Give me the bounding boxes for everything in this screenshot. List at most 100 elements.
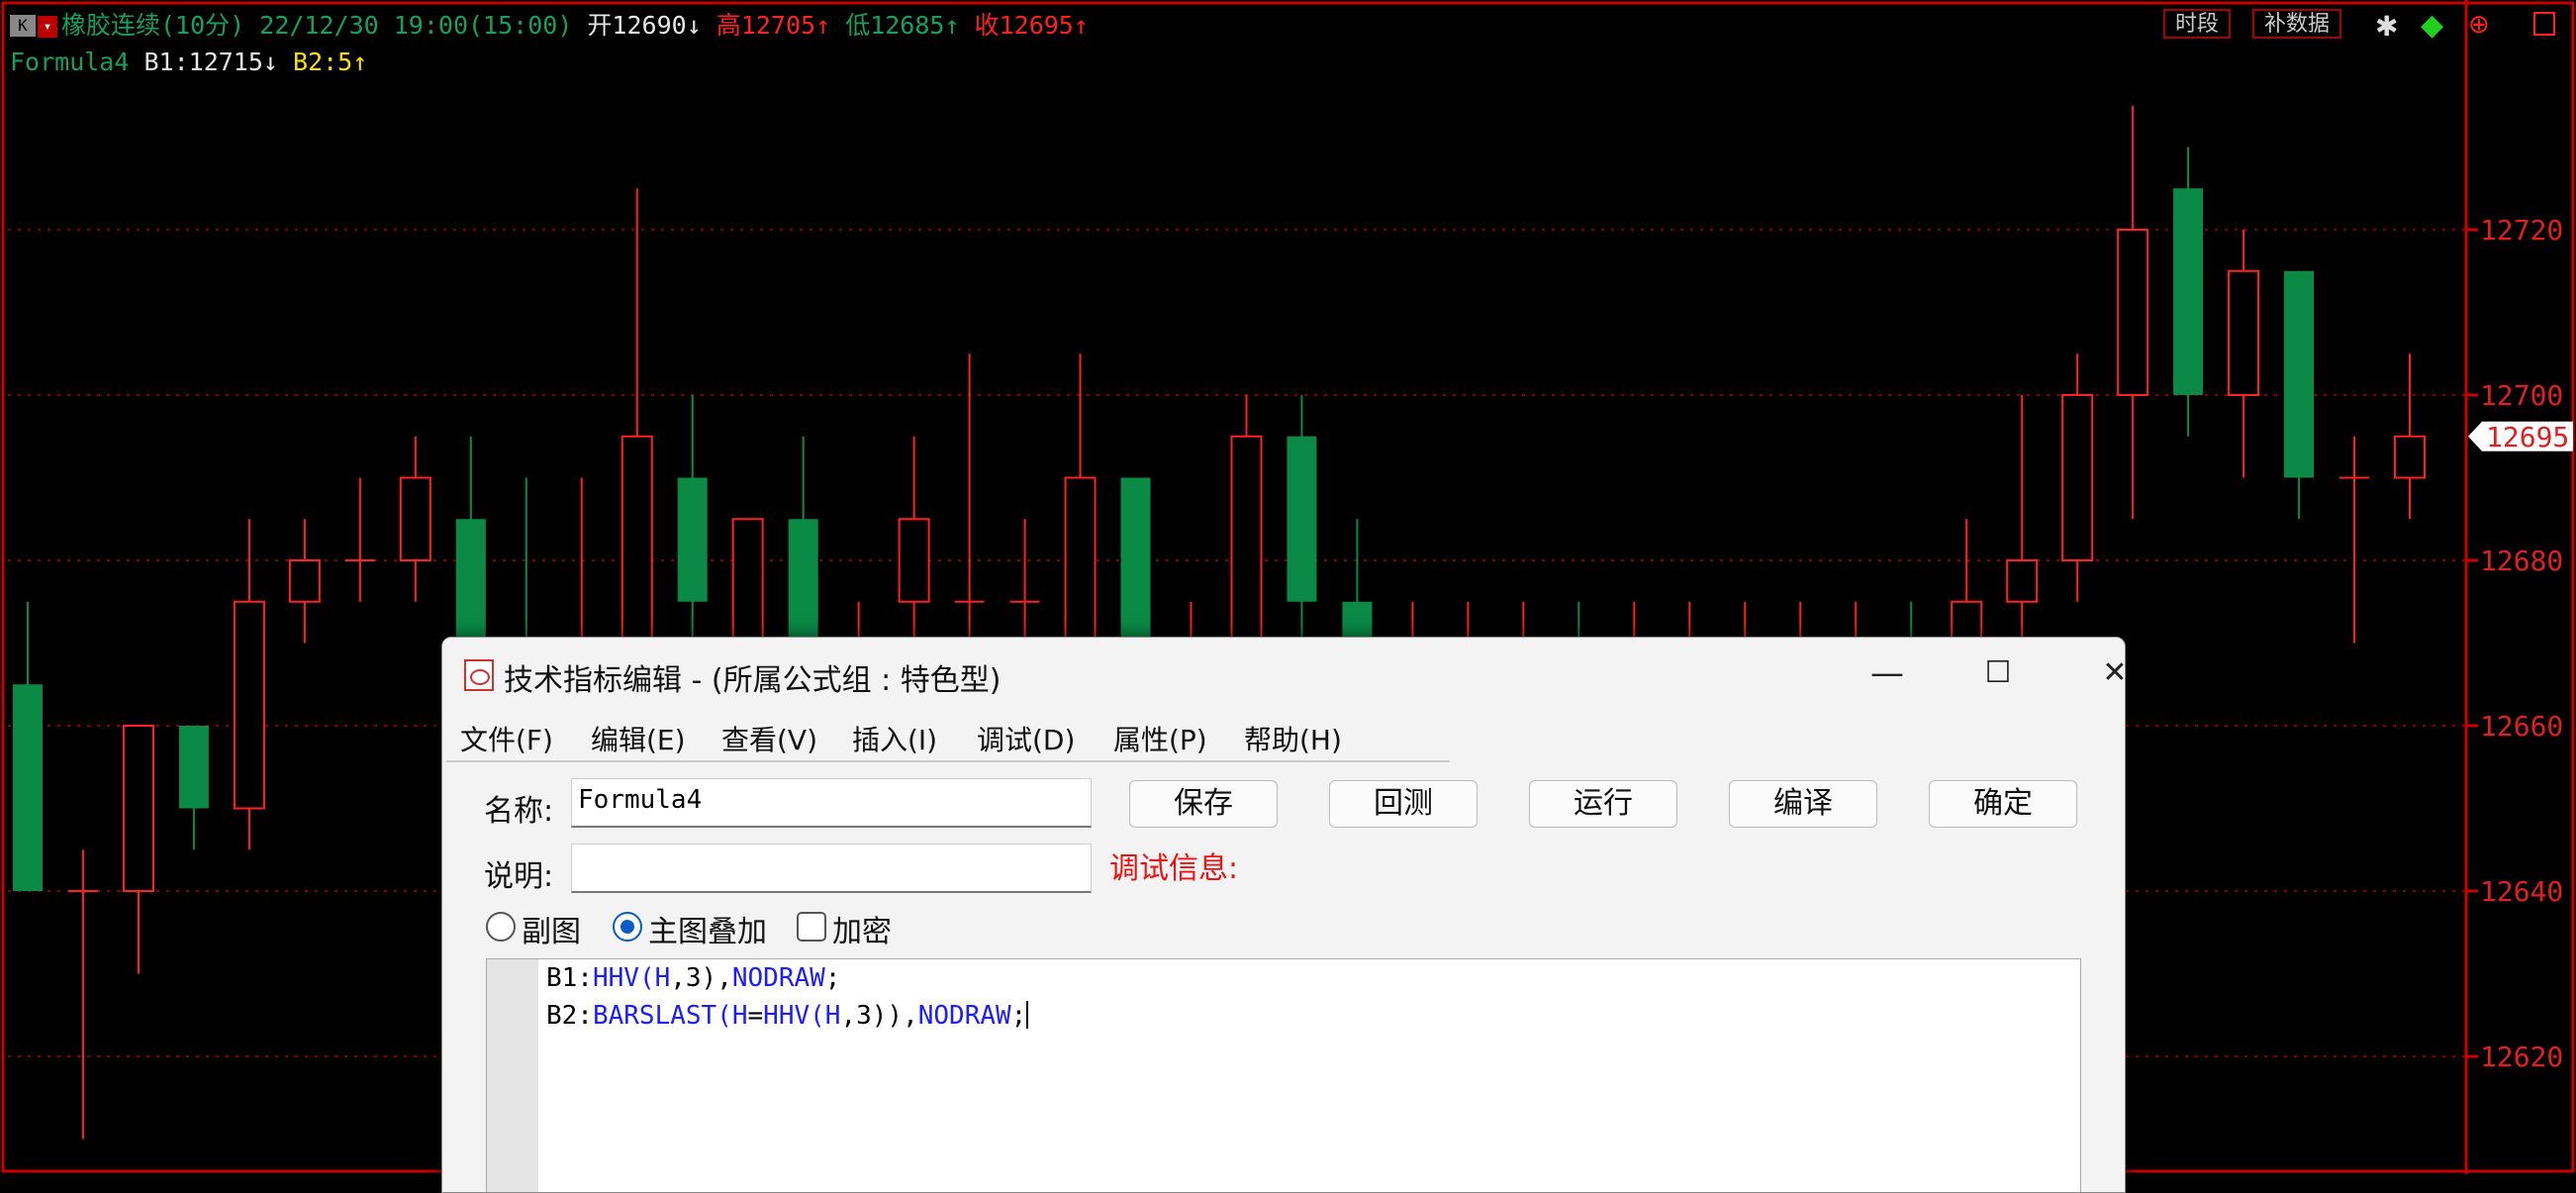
formula-code-editor[interactable]: B1:HHV(H,3),NODRAW; B2:BARSLAST(H=HHV(H,… [486, 958, 2081, 1192]
instrument-name: 橡胶连续(10分) [61, 11, 245, 40]
candle[interactable] [122, 725, 154, 974]
price-label: 12720 [2480, 214, 2563, 247]
dropdown-icon[interactable]: ▾ [38, 16, 57, 38]
candle[interactable] [2284, 270, 2315, 520]
encrypt-checkbox[interactable] [797, 912, 826, 942]
low-price: 低12685 [845, 11, 945, 40]
candle[interactable] [1287, 395, 1317, 644]
ok-button[interactable]: 确定 [1929, 780, 2077, 828]
candle-body [2006, 559, 2039, 603]
candle-body [1287, 436, 1317, 602]
dialog-titlebar[interactable]: 技术指标编辑 - (所属公式组 : 特色型) — ☐ ✕ [442, 638, 2125, 709]
candle-body [2061, 394, 2094, 561]
menu-file[interactable]: 文件(F) [460, 719, 553, 758]
high-arrow-icon: ↑ [815, 11, 831, 40]
candle[interactable] [954, 353, 985, 685]
candle[interactable] [233, 519, 265, 850]
encrypt-label[interactable]: 加密 [832, 907, 892, 950]
price-label: 12620 [2480, 1041, 2563, 1073]
run-button[interactable]: 运行 [1529, 780, 1677, 828]
name-label: 名称: [484, 794, 554, 829]
menu-bar: 文件(F) 编辑(E) 查看(V) 插入(I) 调试(D) 属性(P) 帮助(H… [442, 711, 2125, 760]
menu-divider [446, 760, 1450, 762]
price-label: 12700 [2480, 379, 2563, 412]
dialog-title: 技术指标编辑 - (所属公式组 : 特色型) [504, 663, 1002, 698]
window-toggle-icon[interactable] [2533, 12, 2555, 36]
candle-body [2117, 229, 2149, 396]
bar-datetime: 22/12/30 19:00(15:00) [259, 11, 573, 40]
candle[interactable] [2117, 105, 2149, 520]
low-arrow-icon: ↑ [944, 11, 960, 40]
main-overlay-label[interactable]: 主图叠加 [648, 907, 767, 950]
candle[interactable] [13, 601, 43, 891]
indicator-editor-dialog: 技术指标编辑 - (所属公式组 : 特色型) — ☐ ✕ 文件(F) 编辑(E)… [441, 637, 2126, 1193]
sub-chart-radio[interactable] [486, 912, 516, 942]
quote-info-bar: K ▾ 橡胶连续(10分) 22/12/30 19:00(15:00) 开12690… [10, 6, 1089, 42]
b2-arrow-icon: ↑ [352, 48, 368, 76]
candle[interactable] [2061, 353, 2094, 602]
menu-debug[interactable]: 调试(D) [977, 719, 1075, 758]
open-arrow-icon: ↓ [686, 11, 702, 40]
backtest-button[interactable]: 回测 [1329, 780, 1478, 828]
settings-gear-icon[interactable]: ✱ [2375, 10, 2398, 43]
supplement-data-button[interactable]: 补数据 [2252, 9, 2342, 39]
close-price: 收12695 [974, 11, 1074, 40]
main-overlay-radio[interactable] [613, 912, 642, 942]
candle[interactable] [2173, 147, 2204, 437]
current-price-label: 12695 [2486, 421, 2569, 453]
menu-insert[interactable]: 插入(I) [852, 719, 937, 758]
name-field[interactable]: Formula4 [571, 778, 1092, 828]
candle-body [288, 559, 321, 603]
pin-icon[interactable]: ⊕ [2468, 10, 2490, 40]
menu-edit[interactable]: 编辑(E) [591, 719, 686, 758]
candle[interactable] [677, 395, 708, 644]
description-label: 说明: [484, 859, 554, 894]
candle[interactable] [2339, 436, 2370, 644]
maximize-button[interactable]: ☐ [1949, 646, 2048, 701]
open-price: 开12690 [587, 11, 687, 40]
candle-body [233, 600, 265, 810]
code-line-2[interactable]: B2:BARSLAST(H=HHV(H,3)),NODRAW; [546, 1001, 1029, 1031]
candle[interactable] [178, 726, 209, 850]
k-line-button[interactable]: K [10, 15, 36, 37]
b2-value: B2:5 [293, 48, 353, 76]
candle-body [2394, 435, 2426, 479]
price-axis: 12720 12700 12680 12660 12640 12620 12695 [2464, 0, 2573, 1174]
candle[interactable] [288, 519, 321, 644]
text-caret [1026, 1001, 1029, 1029]
candle[interactable] [2228, 230, 2260, 478]
sub-chart-label[interactable]: 副图 [522, 907, 581, 950]
price-label: 12660 [2480, 710, 2563, 743]
candle-body [898, 518, 930, 603]
formula-app-icon [464, 659, 494, 691]
candle-body [399, 476, 431, 561]
code-line-1[interactable]: B1:HHV(H,3),NODRAW; [546, 963, 840, 993]
price-label: 12640 [2480, 875, 2563, 908]
close-arrow-icon: ↑ [1073, 11, 1089, 40]
candle[interactable] [2394, 353, 2426, 520]
candle[interactable] [344, 477, 375, 602]
diamond-icon[interactable]: ◆ [2421, 8, 2443, 43]
compile-button[interactable]: 编译 [1729, 780, 1877, 828]
save-button[interactable]: 保存 [1129, 780, 1278, 828]
menu-view[interactable]: 查看(V) [721, 719, 817, 758]
candle-body [2284, 270, 2315, 478]
candle-body [677, 477, 708, 602]
editor-gutter [487, 959, 538, 1192]
menu-help[interactable]: 帮助(H) [1244, 719, 1342, 758]
candle[interactable] [67, 849, 98, 1140]
high-price: 高12705 [716, 11, 816, 40]
candle-body [178, 726, 209, 809]
close-button[interactable]: ✕ [2065, 646, 2125, 701]
description-field[interactable] [571, 844, 1092, 893]
formula-name[interactable]: Formula4 [10, 48, 129, 76]
period-button[interactable]: 时段 [2163, 9, 2232, 39]
candle-body [122, 725, 154, 892]
menu-properties[interactable]: 属性(P) [1113, 719, 1207, 758]
minimize-button[interactable]: — [1838, 646, 1937, 701]
candle[interactable] [399, 436, 431, 602]
b1-arrow-icon: ↓ [262, 48, 278, 76]
candle-body [2228, 269, 2260, 396]
formula-info-bar: Formula4 B1:12715↓ B2:5↑ [10, 48, 367, 76]
candle-body [13, 684, 43, 891]
